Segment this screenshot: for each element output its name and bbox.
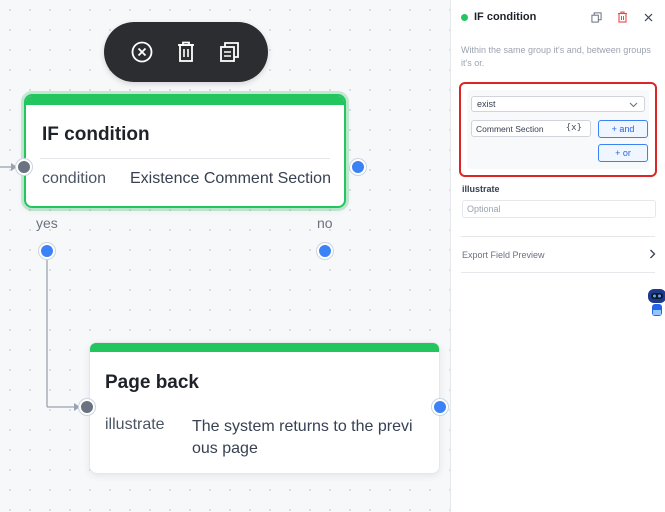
- close-icon[interactable]: [641, 10, 655, 24]
- illustrate-input[interactable]: Optional: [462, 200, 656, 218]
- panel-hint: Within the same group it's and, between …: [461, 45, 651, 68]
- row-key: condition: [42, 170, 107, 187]
- export-field-preview[interactable]: Export Field Preview: [462, 240, 656, 270]
- assistant-robot-icon[interactable]: [646, 285, 665, 325]
- condition-group-inner: exist Comment Section {x} + and + or: [467, 90, 649, 169]
- copy-icon[interactable]: [589, 10, 603, 24]
- divider: [461, 236, 655, 237]
- status-dot: [461, 13, 468, 21]
- node-header-bar: [26, 96, 344, 105]
- chevron-down-icon: [629, 100, 638, 110]
- operator-value: exist: [477, 99, 496, 109]
- row-value-line: ous page: [192, 440, 258, 457]
- output-port[interactable]: [432, 399, 448, 415]
- node-title: IF condition: [42, 124, 150, 145]
- node-header-bar: [90, 343, 439, 352]
- properties-panel: IF condition Within the same group it's …: [450, 0, 665, 512]
- input-port[interactable]: [16, 159, 32, 175]
- no-port[interactable]: [317, 243, 333, 259]
- add-or-button[interactable]: + or: [598, 144, 648, 162]
- field-value: Comment Section: [476, 124, 544, 134]
- node-row: illustrate The system returns to the pre…: [90, 394, 439, 460]
- branch-no-label: no: [317, 215, 333, 231]
- if-condition-node[interactable]: IF condition condition Existence Comment…: [21, 91, 349, 211]
- divider: [461, 272, 655, 273]
- row-value-line: The system returns to the previ: [192, 418, 413, 435]
- output-port[interactable]: [350, 159, 366, 175]
- trash-icon[interactable]: [615, 10, 629, 24]
- input-port[interactable]: [79, 399, 95, 415]
- field-input[interactable]: Comment Section {x}: [471, 120, 591, 137]
- variable-icon[interactable]: {x}: [566, 123, 582, 133]
- node-row: condition Existence Comment Section: [26, 159, 344, 188]
- row-key: illustrate: [105, 416, 165, 433]
- export-label: Export Field Preview: [462, 250, 545, 260]
- row-value: The system returns to the previ ous page: [192, 416, 432, 460]
- yes-port[interactable]: [39, 243, 55, 259]
- row-value: Existence Comment Section: [130, 170, 331, 187]
- close-circle-icon[interactable]: [128, 38, 156, 66]
- panel-title: IF condition: [474, 11, 537, 23]
- chevron-right-icon: [649, 246, 656, 264]
- branch-yes-label: yes: [36, 215, 58, 231]
- node-title: Page back: [105, 372, 199, 393]
- copy-icon[interactable]: [216, 38, 244, 66]
- operator-select[interactable]: exist: [471, 96, 645, 112]
- workflow-canvas[interactable]: IF condition condition Existence Comment…: [0, 0, 450, 512]
- condition-group: exist Comment Section {x} + and + or: [459, 82, 657, 177]
- add-and-button[interactable]: + and: [598, 120, 648, 138]
- trash-icon[interactable]: [172, 38, 200, 66]
- page-back-node[interactable]: Page back illustrate The system returns …: [89, 342, 440, 474]
- illustrate-label: illustrate: [462, 184, 500, 194]
- node-toolbar: [104, 22, 268, 82]
- panel-header: IF condition: [451, 0, 665, 34]
